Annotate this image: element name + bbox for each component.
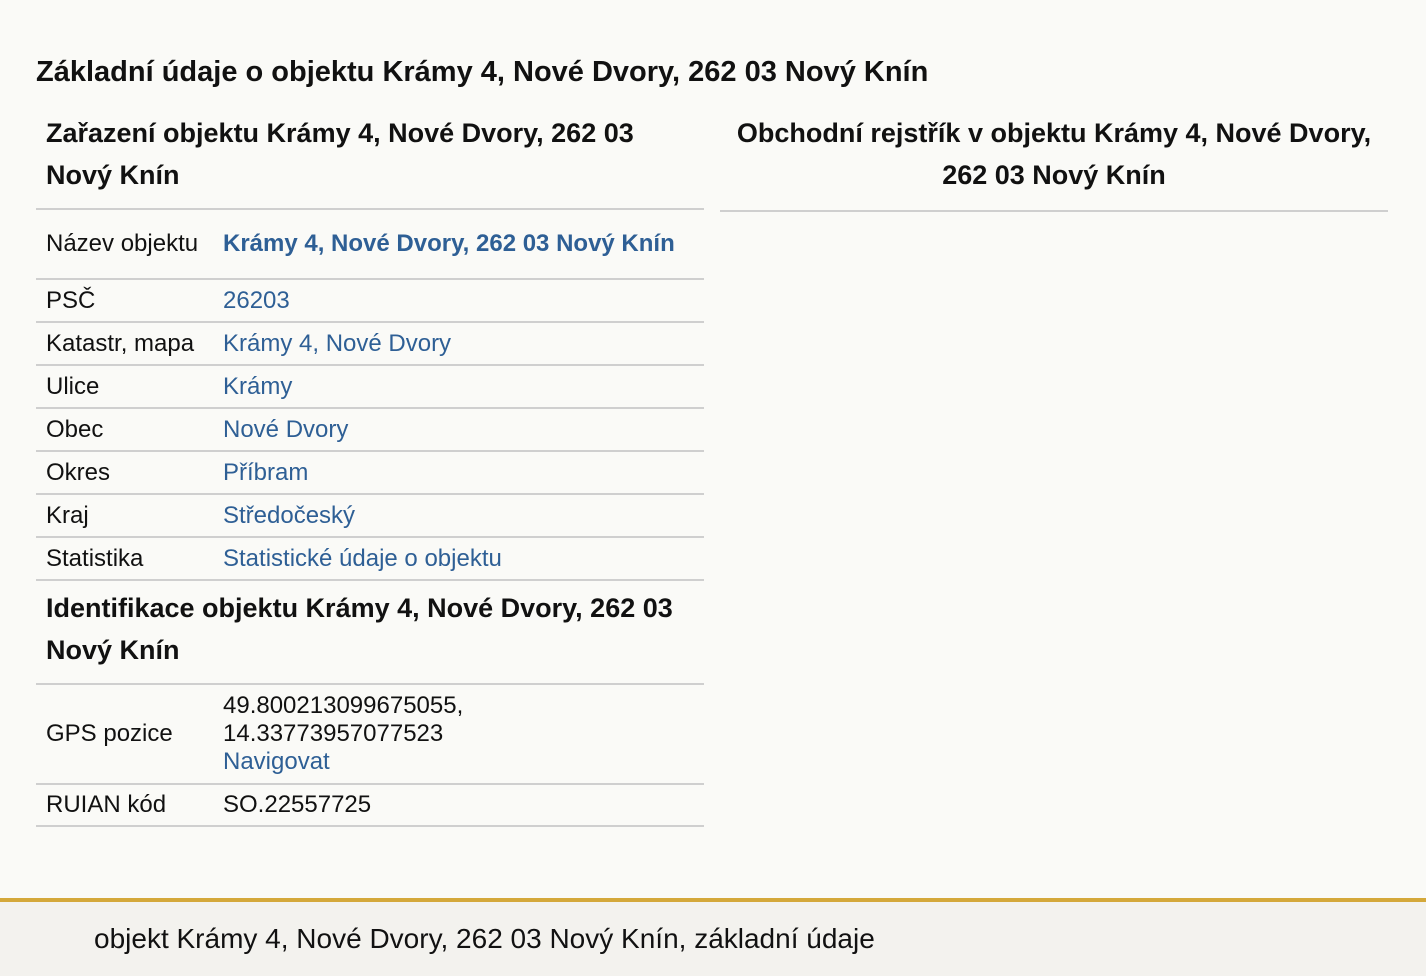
nazev-objektu-link[interactable]: Krámy 4, Nové Dvory, 262 03 Nový Knín xyxy=(223,230,675,257)
table-row: Katastr, mapa Krámy 4, Nové Dvory xyxy=(36,322,704,366)
psc-link[interactable]: 26203 xyxy=(223,287,290,314)
ulice-link[interactable]: Krámy xyxy=(223,373,292,400)
identifikace-heading: Identifikace objektu Krámy 4, Nové Dvory… xyxy=(46,593,673,665)
table-row: Obec Nové Dvory xyxy=(36,408,704,452)
row-label-ruian: RUIAN kód xyxy=(36,784,213,827)
row-value-okres: Příbram xyxy=(213,451,704,495)
row-label-katastr: Katastr, mapa xyxy=(36,322,213,366)
row-value-katastr: Krámy 4, Nové Dvory xyxy=(213,322,704,366)
okres-link[interactable]: Příbram xyxy=(223,459,308,486)
table-row: RUIAN kód SO.22557725 xyxy=(36,784,704,827)
row-value-nazev: Krámy 4, Nové Dvory, 262 03 Nový Knín xyxy=(213,209,704,280)
right-column: Obchodní rejstřík v objektu Krámy 4, Nov… xyxy=(720,112,1388,212)
row-value-kraj: Středočeský xyxy=(213,494,704,538)
kraj-link[interactable]: Středočeský xyxy=(223,502,355,529)
row-value-obec: Nové Dvory xyxy=(213,408,704,452)
table-row: Statistika Statistické údaje o objektu xyxy=(36,537,704,581)
left-column: Zařazení objektu Krámy 4, Nové Dvory, 26… xyxy=(36,112,704,827)
footer: objekt Krámy 4, Nové Dvory, 262 03 Nový … xyxy=(0,898,1426,976)
identifikace-table: GPS pozice 49.800213099675055, 14.337739… xyxy=(36,683,704,827)
footer-text: objekt Krámy 4, Nové Dvory, 262 03 Nový … xyxy=(94,923,875,954)
row-label-gps: GPS pozice xyxy=(36,684,213,785)
row-label-statistika: Statistika xyxy=(36,537,213,581)
table-row: Ulice Krámy xyxy=(36,365,704,409)
row-label-nazev: Název objektu xyxy=(36,209,213,280)
row-label-ulice: Ulice xyxy=(36,365,213,409)
row-label-kraj: Kraj xyxy=(36,494,213,538)
row-label-psc: PSČ xyxy=(36,279,213,323)
page-title: Základní údaje o objektu Krámy 4, Nové D… xyxy=(36,56,929,88)
table-row: Kraj Středočeský xyxy=(36,494,704,538)
row-label-okres: Okres xyxy=(36,451,213,495)
gps-latitude: 49.800213099675055, xyxy=(223,692,464,719)
row-value-statistika: Statistické údaje o objektu xyxy=(213,537,704,581)
navigovat-link[interactable]: Navigovat xyxy=(223,748,330,775)
table-row: Okres Příbram xyxy=(36,451,704,495)
obchodni-rejstrik-heading: Obchodní rejstřík v objektu Krámy 4, Nov… xyxy=(720,112,1388,212)
zarazeni-table: Název objektu Krámy 4, Nové Dvory, 262 0… xyxy=(36,208,704,581)
table-row: GPS pozice 49.800213099675055, 14.337739… xyxy=(36,684,704,785)
row-value-ruian: SO.22557725 xyxy=(213,784,704,827)
row-value-gps: 49.800213099675055, 14.33773957077523 Na… xyxy=(213,684,704,785)
obec-link[interactable]: Nové Dvory xyxy=(223,416,348,443)
row-value-ulice: Krámy xyxy=(213,365,704,409)
gps-longitude: 14.33773957077523 xyxy=(223,720,444,747)
row-value-psc: 26203 xyxy=(213,279,704,323)
table-row: PSČ 26203 xyxy=(36,279,704,323)
table-row: Název objektu Krámy 4, Nové Dvory, 262 0… xyxy=(36,209,704,280)
zarazeni-heading: Zařazení objektu Krámy 4, Nové Dvory, 26… xyxy=(46,118,634,190)
statistika-link[interactable]: Statistické údaje o objektu xyxy=(223,545,502,572)
katastr-mapa-link[interactable]: Krámy 4, Nové Dvory xyxy=(223,330,451,357)
row-label-obec: Obec xyxy=(36,408,213,452)
